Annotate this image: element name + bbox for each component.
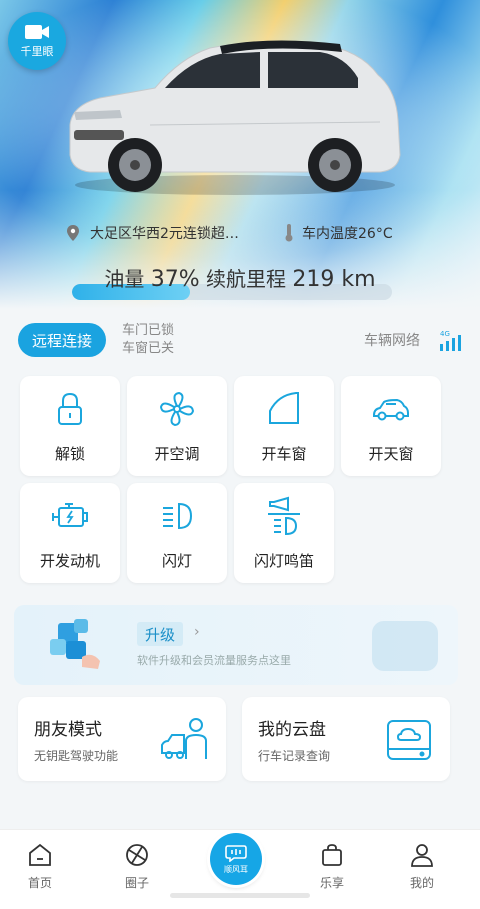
- engine-icon: [52, 502, 88, 527]
- address-text: 大足区华西2元连锁超…: [90, 226, 239, 242]
- door-status: 车门已锁: [122, 323, 175, 338]
- control-flash-horn[interactable]: 闪灯鸣笛: [234, 483, 334, 583]
- home-icon: [29, 843, 51, 866]
- range-label: 续航里程: [206, 267, 287, 291]
- nav-circle-label: 圈子: [124, 876, 149, 890]
- control-label: 解锁: [54, 444, 85, 463]
- voice-chat-icon: [225, 844, 247, 862]
- cloud-drive-icon: [387, 720, 431, 760]
- control-sunroof[interactable]: 开天窗: [341, 376, 441, 476]
- car-image: [69, 40, 401, 195]
- fan-icon: [159, 391, 195, 426]
- control-label: 开天窗: [368, 444, 414, 463]
- status-row: 远程连接 车门已锁 车窗已关 车辆网络 4G: [18, 320, 462, 360]
- control-label: 闪灯鸣笛: [253, 551, 314, 570]
- cloud-disk-subtitle: 行车记录查询: [258, 749, 331, 763]
- friend-car-icon: [161, 718, 207, 759]
- center-button-label: 顺风耳: [224, 864, 248, 874]
- car-window-icon: [269, 391, 299, 424]
- horn-light-icon: [268, 496, 300, 535]
- friend-mode-title: 朋友模式: [34, 720, 102, 740]
- control-grid: 解锁 开空调 开车窗 开天窗 开发动机 闪灯 闪灯鸣笛: [20, 376, 442, 583]
- upgrade-description: 软件升级和会员流量服务点这里: [137, 654, 291, 667]
- camera-label: 千里眼: [20, 45, 54, 58]
- control-window[interactable]: 开车窗: [234, 376, 334, 476]
- cloud-disk-card[interactable]: 我的云盘 行车记录查询: [242, 697, 450, 781]
- control-label: 开空调: [154, 444, 200, 463]
- upgrade-banner[interactable]: 升级 › 软件升级和会员流量服务点这里: [14, 605, 458, 685]
- fuel-label: 油量: [104, 267, 145, 291]
- home-indicator: [170, 893, 310, 898]
- control-flash[interactable]: 闪灯: [127, 483, 227, 583]
- chevron-right-icon: ›: [194, 624, 200, 640]
- profile-icon: [411, 844, 433, 867]
- friend-mode-card[interactable]: 朋友模式 无钥匙驾驶功能: [18, 697, 226, 781]
- center-voice-button[interactable]: 顺风耳: [210, 833, 262, 885]
- thermometer-icon: [285, 224, 293, 242]
- nav-enjoy[interactable]: 乐享: [302, 842, 362, 891]
- camera-icon: [25, 25, 49, 39]
- control-label: 闪灯: [161, 551, 192, 570]
- network-type: 4G: [440, 330, 450, 338]
- unlock-icon: [58, 392, 82, 425]
- location-row: 大足区华西2元连锁超… 车内温度26°C: [66, 222, 416, 244]
- control-ac[interactable]: 开空调: [127, 376, 227, 476]
- window-status: 车窗已关: [122, 341, 175, 356]
- nav-circle[interactable]: 圈子: [107, 842, 167, 891]
- control-unlock[interactable]: 解锁: [20, 376, 120, 476]
- nav-mine-label: 我的: [409, 876, 434, 890]
- fuel-percent: 37%: [150, 267, 200, 292]
- control-engine[interactable]: 开发动机: [20, 483, 120, 583]
- friend-mode-subtitle: 无钥匙驾驶功能: [34, 749, 119, 763]
- cabin-temperature: 车内温度26°C: [302, 226, 393, 242]
- signal-4g-icon: 4G: [440, 330, 461, 351]
- camera-button[interactable]: 千里眼: [8, 12, 66, 70]
- nav-home-label: 首页: [27, 876, 52, 890]
- shopping-bag-icon: [322, 844, 342, 866]
- upgrade-illustration: [50, 619, 100, 669]
- nav-enjoy-label: 乐享: [319, 876, 344, 890]
- circle-community-icon: [126, 844, 148, 866]
- fuel-info: 油量 37% 续航里程 219 km: [0, 263, 480, 292]
- control-label: 开发动机: [39, 551, 100, 570]
- nav-home[interactable]: 首页: [10, 842, 70, 891]
- upgrade-title: 升级: [137, 622, 184, 646]
- lock-status: 车门已锁 车窗已关: [122, 322, 174, 358]
- remote-connect-button[interactable]: 远程连接: [18, 323, 107, 357]
- control-label: 开车窗: [261, 444, 307, 463]
- cloud-disk-title: 我的云盘: [258, 720, 326, 740]
- headlight-icon: [163, 502, 193, 529]
- upgrade-decoration: [372, 621, 438, 671]
- range-value: 219 km: [292, 267, 376, 292]
- location-pin-icon: [67, 225, 79, 241]
- nav-mine[interactable]: 我的: [392, 842, 452, 891]
- sunroof-icon: [373, 398, 409, 420]
- network-label: 车辆网络: [364, 333, 420, 349]
